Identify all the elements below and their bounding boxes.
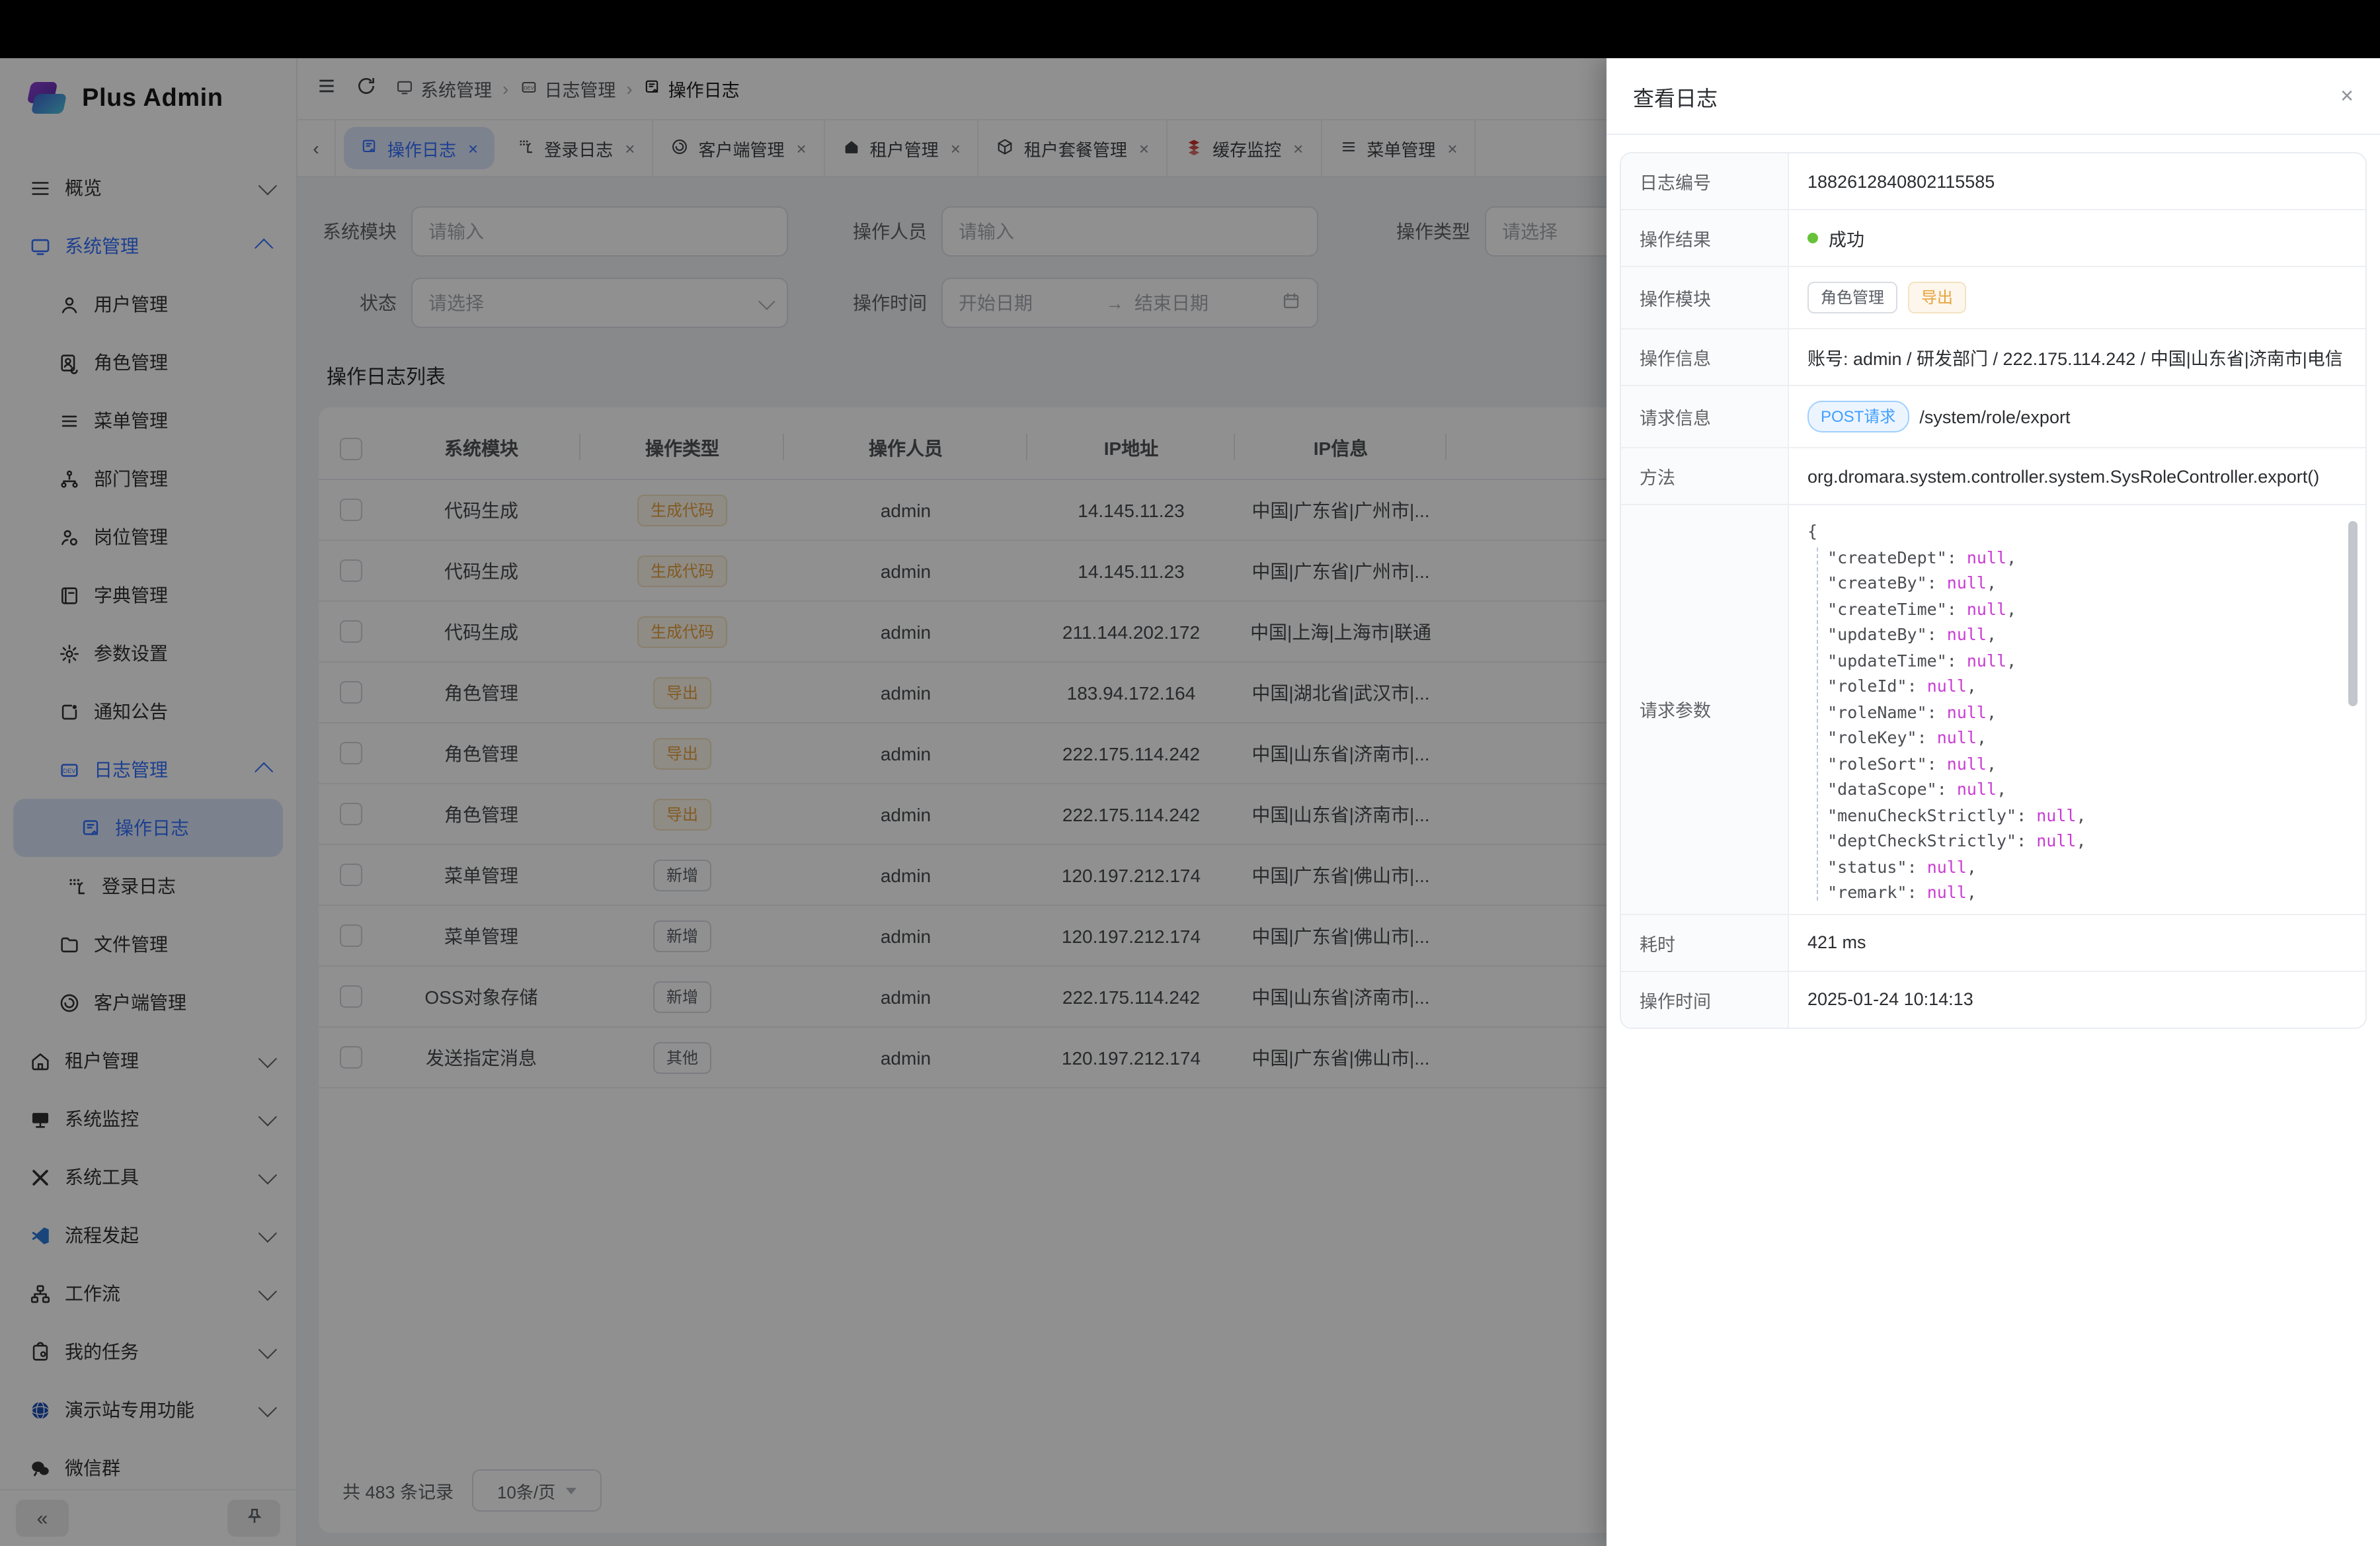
indent-guide <box>1817 548 1818 900</box>
detail-row: 操作模块 角色管理导出 <box>1621 267 2365 329</box>
detail-row: 耗时 421 ms <box>1621 915 2365 971</box>
view-log-drawer: 查看日志 × 日志编号 1882612840802115585 操作结果 成功 … <box>1606 58 2380 1546</box>
detail-row: 操作时间 2025-01-24 10:14:13 <box>1621 971 2365 1027</box>
drawer-body: 日志编号 1882612840802115585 操作结果 成功 操作模块 角色… <box>1606 135 2380 1045</box>
detail-row: 操作信息 账号: admin / 研发部门 / 222.175.114.242 … <box>1621 329 2365 386</box>
screen: Plus Admin 概览 系统管理 用户管理 角色管理 菜单管理 部门管理 岗… <box>0 0 2380 1546</box>
browser-black-strip <box>0 0 2380 58</box>
close-icon[interactable]: × <box>2340 83 2354 109</box>
log-details-table: 日志编号 1882612840802115585 操作结果 成功 操作模块 角色… <box>1620 152 2367 1028</box>
detail-row: 操作结果 成功 <box>1621 210 2365 267</box>
request-params-json[interactable]: { "createDept": null, "createBy": null, … <box>1800 513 2360 905</box>
detail-row: 请求信息 POST请求/system/role/export <box>1621 386 2365 448</box>
success-dot <box>1807 233 1818 243</box>
json-scrollbar[interactable] <box>2348 516 2358 899</box>
drawer-header: 查看日志 × <box>1606 58 2380 135</box>
module-tag: 角色管理 <box>1807 282 1897 313</box>
detail-row: 方法 org.dromara.system.controller.system.… <box>1621 448 2365 505</box>
app-window: Plus Admin 概览 系统管理 用户管理 角色管理 菜单管理 部门管理 岗… <box>0 58 2380 1546</box>
detail-row: 日志编号 1882612840802115585 <box>1621 153 2365 210</box>
http-method-tag: POST请求 <box>1807 401 1909 432</box>
detail-row: 请求参数 { "createDept": null, "createBy": n… <box>1621 505 2365 915</box>
module-tag: 导出 <box>1908 282 1966 313</box>
drawer-title: 查看日志 <box>1633 80 1718 112</box>
